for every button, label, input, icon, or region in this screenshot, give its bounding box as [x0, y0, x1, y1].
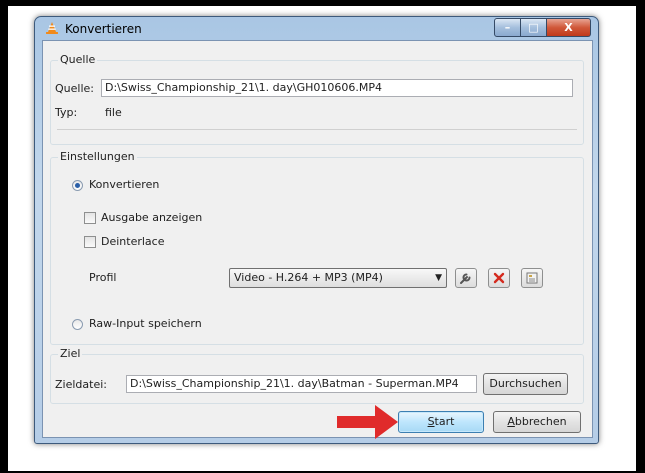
deinterlace-label: Deinterlace	[101, 235, 165, 248]
deinterlace-checkbox[interactable]	[84, 236, 96, 248]
convert-radio-label: Konvertieren	[89, 178, 160, 191]
caption-buttons: – □ X	[494, 18, 591, 37]
new-profile-button[interactable]	[521, 268, 543, 288]
maximize-button[interactable]: □	[521, 18, 547, 37]
dialog-client-area: Quelle Quelle: D:\Swiss_Championship_21\…	[42, 40, 593, 438]
convert-radio[interactable]	[72, 180, 83, 191]
delete-x-icon	[493, 272, 505, 284]
close-icon: X	[564, 21, 573, 34]
target-file-field[interactable]: D:\Swiss_Championship_21\1. day\Batman -…	[126, 375, 477, 393]
target-group: Ziel Zieldatei: D:\Swiss_Championship_21…	[50, 347, 584, 404]
profile-label: Profil	[89, 271, 117, 284]
source-group: Quelle Quelle: D:\Swiss_Championship_21\…	[50, 53, 584, 145]
maximize-icon: □	[528, 21, 539, 34]
close-button[interactable]: X	[547, 18, 591, 37]
show-output-label: Ausgabe anzeigen	[101, 211, 203, 224]
title-bar[interactable]: Konvertieren – □ X	[35, 17, 598, 39]
show-output-checkbox[interactable]	[84, 212, 96, 224]
window-title: Konvertieren	[65, 22, 142, 36]
cancel-accelerator: A	[507, 415, 515, 428]
source-label: Quelle:	[55, 82, 94, 95]
cancel-button[interactable]: Abbrechen	[493, 411, 581, 433]
minimize-button[interactable]: –	[494, 18, 521, 37]
new-profile-icon	[526, 272, 538, 284]
settings-group-title: Einstellungen	[58, 150, 137, 163]
source-divider	[57, 129, 577, 130]
start-button[interactable]: Start	[398, 411, 484, 433]
red-arrow-pointer-icon	[337, 405, 398, 439]
raw-input-radio[interactable]	[72, 319, 83, 330]
raw-input-label: Raw-Input speichern	[89, 317, 202, 330]
source-group-title: Quelle	[58, 53, 98, 66]
browse-button[interactable]: Durchsuchen	[483, 373, 568, 395]
cancel-label: bbrechen	[514, 415, 567, 428]
start-accelerator: S	[427, 415, 435, 428]
target-group-title: Ziel	[58, 347, 83, 360]
start-label: tart	[434, 415, 455, 428]
chevron-down-icon: ▼	[435, 273, 442, 283]
target-file-label: Zieldatei:	[55, 378, 107, 391]
delete-profile-button[interactable]	[488, 268, 510, 288]
vlc-cone-icon	[46, 22, 58, 34]
settings-group: Einstellungen Konvertieren Ausgabe anzei…	[50, 150, 584, 345]
minimize-icon: –	[504, 21, 511, 34]
edit-profile-button[interactable]	[455, 268, 477, 288]
profile-select-value: Video - H.264 + MP3 (MP4)	[234, 271, 383, 284]
wrench-icon	[460, 273, 471, 284]
type-value: file	[105, 106, 122, 119]
type-label: Typ:	[55, 106, 78, 119]
source-path-field[interactable]: D:\Swiss_Championship_21\1. day\GH010606…	[101, 79, 573, 97]
profile-select[interactable]: Video - H.264 + MP3 (MP4) ▼	[229, 268, 447, 288]
convert-dialog: Konvertieren – □ X Quelle Quelle: D:\Swi…	[34, 16, 599, 444]
